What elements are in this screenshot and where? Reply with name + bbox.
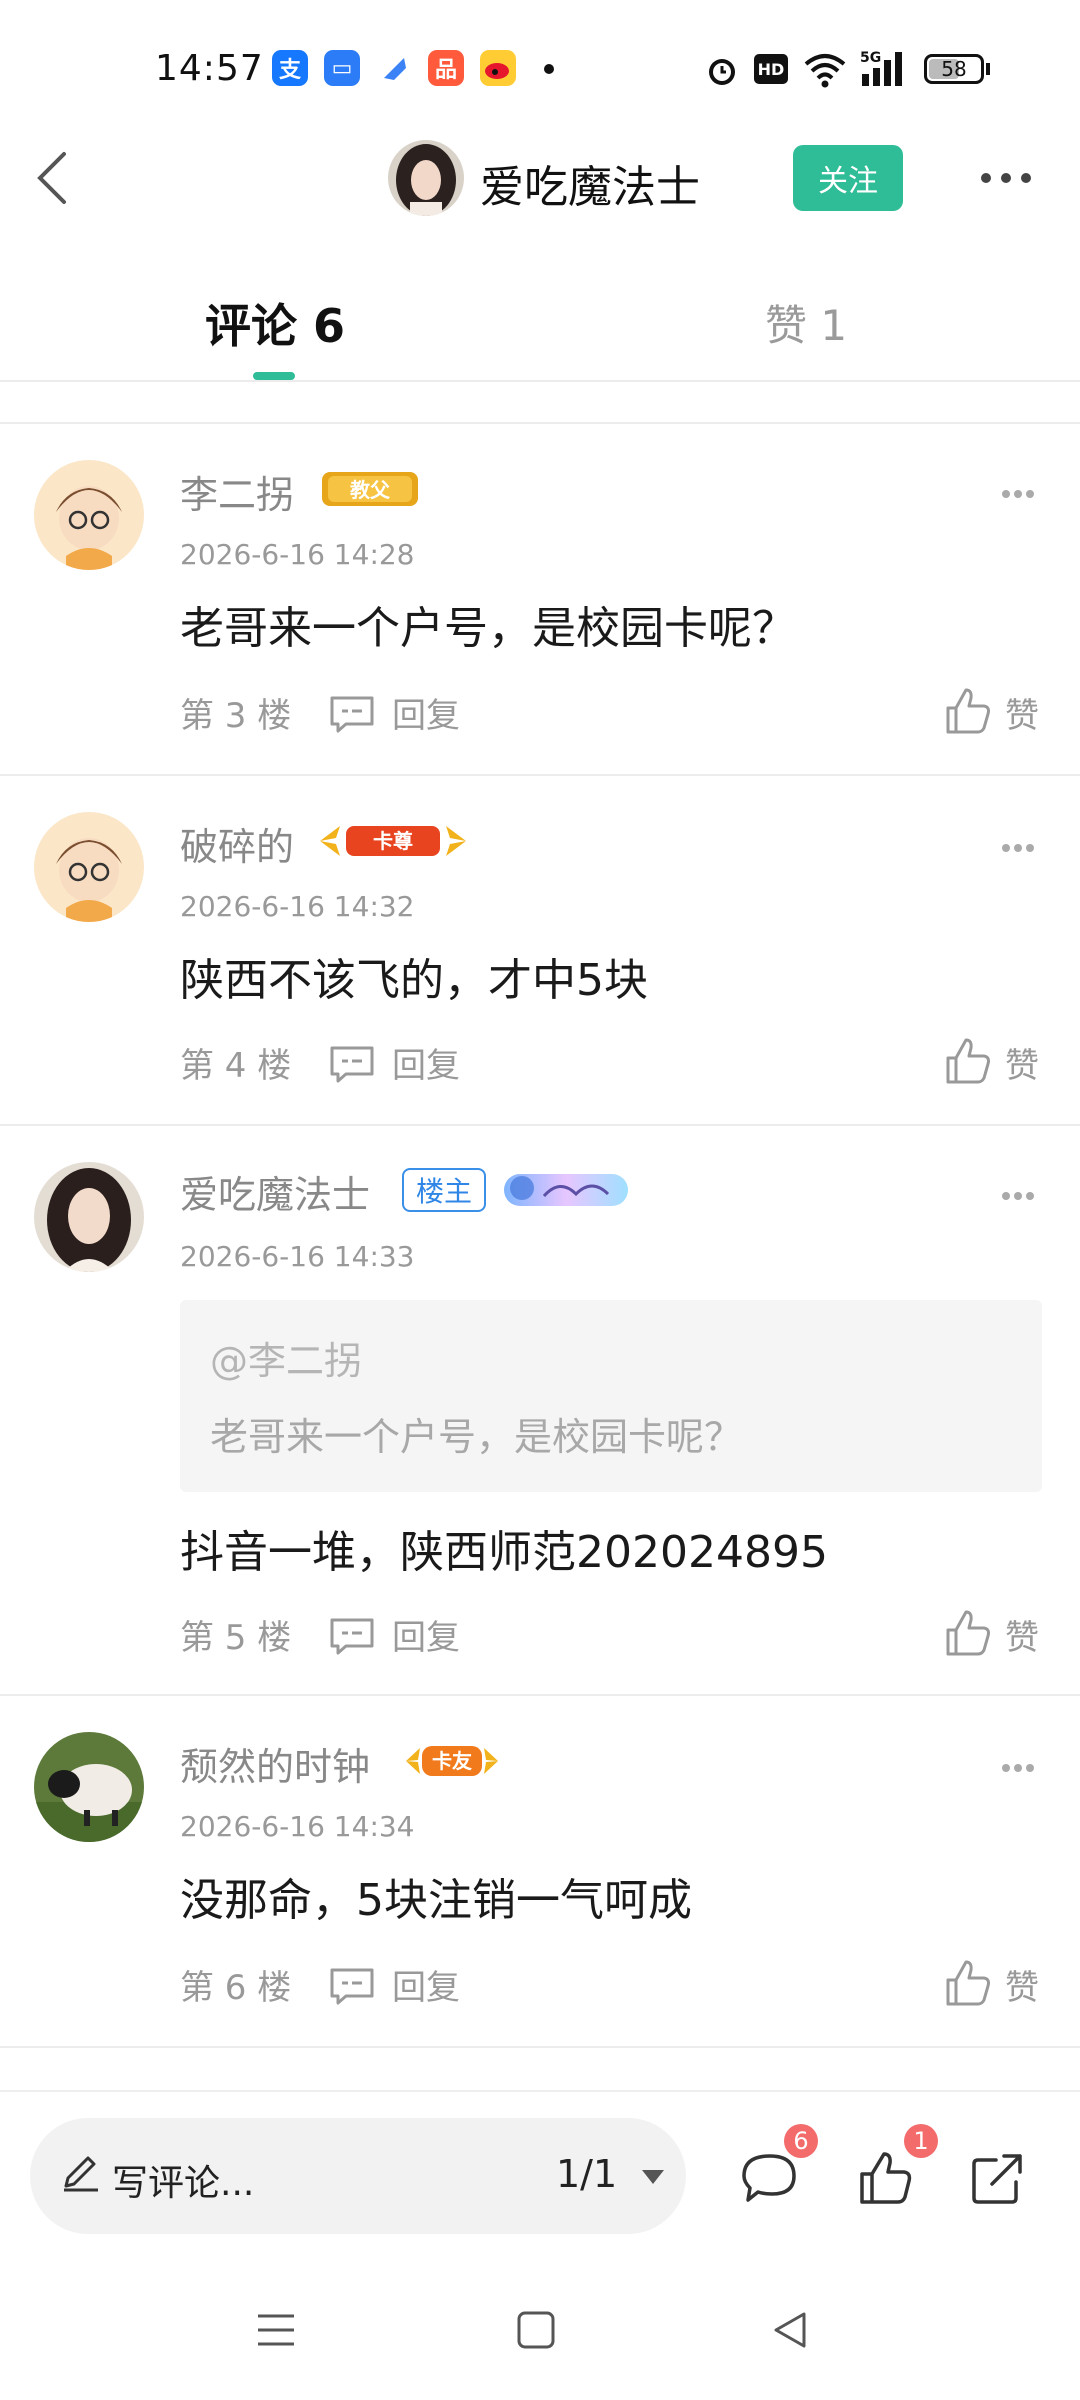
comment-avatar[interactable] [34, 1732, 144, 1842]
comment-divider [0, 2046, 1080, 2048]
comment-input-placeholder[interactable]: 写评论... [112, 2154, 254, 2206]
comment-avatar[interactable] [34, 812, 144, 922]
page-indicator[interactable]: 1/1 [556, 2152, 617, 2196]
comment-item: 李二拐 教父 2026-6-16 14:28 老哥来一个户号，是校园卡呢？ 第 … [0, 424, 1080, 774]
comment-username[interactable]: 破碎的 [180, 816, 294, 871]
share-icon[interactable] [970, 2150, 1026, 2206]
active-tab-indicator [253, 372, 295, 380]
level-badge: 卡友 [402, 1738, 502, 1784]
reply-icon[interactable] [328, 1616, 376, 1656]
wifi-icon [804, 54, 846, 88]
comment-time: 2026-6-16 14:34 [180, 1810, 415, 1843]
level-badge-label: 卡尊 [373, 829, 413, 853]
floor-number: 第 5 楼 [180, 1618, 292, 1658]
more-options-icon[interactable] [978, 168, 1034, 188]
reply-button[interactable]: 回复 [392, 1960, 460, 2009]
decoration-badge-icon [500, 1166, 632, 1212]
comment-username[interactable]: 李二拐 [180, 464, 294, 519]
pencil-icon [64, 2156, 98, 2192]
floor-number: 第 4 楼 [180, 1046, 292, 1086]
dropdown-triangle-icon[interactable] [640, 2168, 666, 2186]
browser-app-icon [376, 50, 412, 86]
comments-bubble-icon[interactable] [740, 2150, 800, 2206]
comment-time: 2026-6-16 14:33 [180, 1240, 415, 1273]
status-time: 14:57 [155, 48, 264, 89]
quoted-username: @李二拐 [210, 1339, 363, 1383]
like-thumb-icon[interactable] [944, 1608, 992, 1658]
level-badge: 教父 [318, 466, 422, 512]
weibo-icon [480, 50, 516, 86]
status-bar: 14:57 支 ▭ 品 HD 5G 58 [0, 0, 1080, 140]
tab-comments[interactable]: 评论 6 [205, 290, 345, 356]
battery-icon: 58 [924, 54, 984, 84]
comment-more-icon[interactable] [1000, 842, 1036, 854]
header-avatar[interactable] [388, 140, 464, 216]
comment-username[interactable]: 颓然的时钟 [180, 1736, 370, 1791]
reply-icon[interactable] [328, 1966, 376, 2006]
like-button[interactable]: 赞 [1005, 688, 1039, 737]
back-arrow-icon[interactable] [24, 148, 84, 208]
comment-text[interactable]: 老哥来一个户号，是校园卡呢？ [180, 592, 796, 656]
files-app-icon: ▭ [324, 50, 360, 86]
comment-more-icon[interactable] [1000, 1762, 1036, 1774]
header-username[interactable]: 爱吃魔法士 [480, 151, 700, 215]
home-nav-icon[interactable] [516, 2310, 556, 2350]
tab-likes[interactable]: 赞 1 [765, 292, 847, 353]
comment-text[interactable]: 没那命，5块注销一气呵成 [180, 1864, 692, 1928]
like-count-badge: 1 [904, 2124, 938, 2158]
reply-button[interactable]: 回复 [392, 1610, 460, 1659]
hd-icon: HD [754, 54, 788, 84]
comment-username[interactable]: 爱吃魔法士 [180, 1164, 370, 1219]
quoted-text: 老哥来一个户号，是校园卡呢？ [210, 1415, 743, 1459]
like-thumb-icon[interactable] [944, 1958, 992, 2008]
comment-item: 爱吃魔法士 楼主 2026-6-16 14:33 @李二拐 老哥来一个户号，是校… [0, 1126, 1080, 1694]
comment-more-icon[interactable] [1000, 488, 1036, 500]
level-badge-label: 卡友 [432, 1749, 472, 1773]
signal-icon: 5G [860, 50, 902, 86]
level-badge: 卡尊 [318, 818, 468, 864]
comment-avatar[interactable] [34, 460, 144, 570]
comment-text[interactable]: 陕西不该飞的，才中5块 [180, 944, 648, 1008]
notification-dot-icon [544, 64, 554, 74]
network-type-label: 5G [860, 50, 881, 66]
alarm-icon [709, 59, 735, 85]
comment-item: 颓然的时钟 卡友 2026-6-16 14:34 没那命，5块注销一气呵成 第 … [0, 1696, 1080, 2046]
menu-nav-icon[interactable] [256, 2310, 296, 2350]
tab-divider [0, 380, 1080, 382]
like-button[interactable]: 赞 [1005, 1610, 1039, 1659]
comment-more-icon[interactable] [1000, 1190, 1036, 1202]
reply-button[interactable]: 回复 [392, 688, 460, 737]
floor-number: 第 6 楼 [180, 1968, 292, 2008]
floor-number: 第 3 楼 [180, 696, 292, 736]
like-thumb-icon[interactable] [944, 686, 992, 736]
comment-text[interactable]: 抖音一堆，陕西师范202024895 [180, 1516, 828, 1580]
quoted-comment[interactable]: @李二拐 老哥来一个户号，是校园卡呢？ [180, 1300, 1042, 1492]
like-thumb-icon[interactable] [858, 2150, 914, 2206]
comment-time: 2026-6-16 14:28 [180, 538, 415, 571]
comment-time: 2026-6-16 14:32 [180, 890, 415, 923]
like-thumb-icon[interactable] [944, 1036, 992, 1086]
back-nav-icon[interactable] [770, 2310, 810, 2350]
battery-level: 58 [941, 57, 967, 81]
reply-icon[interactable] [328, 694, 376, 734]
like-button[interactable]: 赞 [1005, 1038, 1039, 1087]
comment-count-badge: 6 [784, 2124, 818, 2158]
follow-button[interactable]: 关注 [793, 145, 903, 211]
shopping-app-icon: 品 [428, 50, 464, 86]
comment-item: 破碎的 卡尊 2026-6-16 14:32 陕西不该飞的，才中5块 第 4 楼… [0, 776, 1080, 1124]
reply-icon[interactable] [328, 1044, 376, 1084]
comment-avatar[interactable] [34, 1162, 144, 1272]
level-badge-label: 教父 [350, 478, 391, 502]
like-button[interactable]: 赞 [1005, 1960, 1039, 2009]
alipay-icon: 支 [272, 50, 308, 86]
battery-tip-icon [986, 63, 990, 75]
owner-badge: 楼主 [402, 1168, 486, 1212]
reply-button[interactable]: 回复 [392, 1038, 460, 1087]
